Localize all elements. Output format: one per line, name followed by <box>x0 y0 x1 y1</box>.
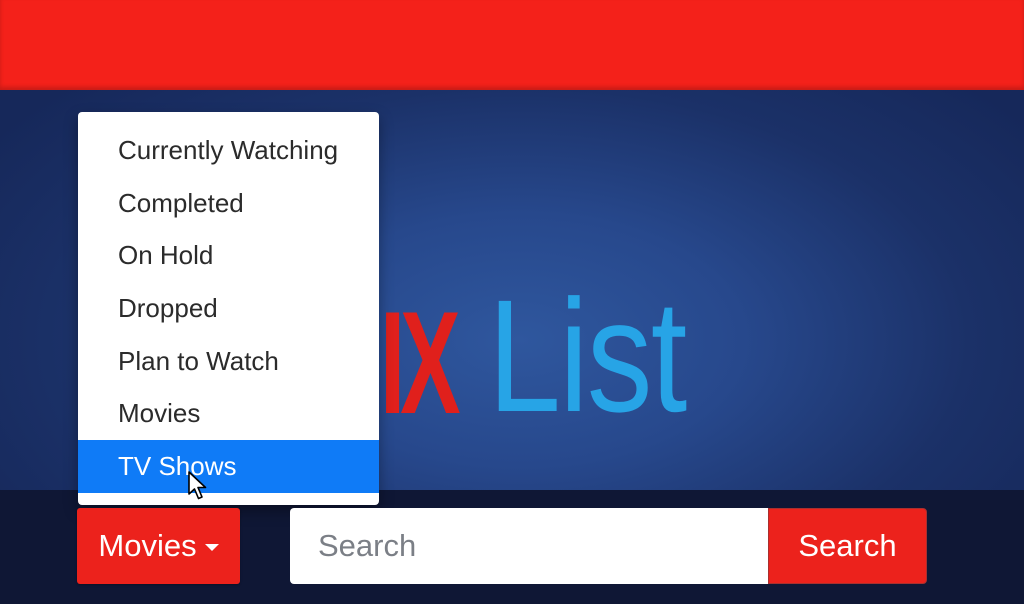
menu-item-on-hold[interactable]: On Hold <box>78 229 379 282</box>
logo-red-text: IX <box>380 281 461 444</box>
menu-item-tv-shows[interactable]: TV Shows <box>78 440 379 493</box>
menu-item-plan-to-watch[interactable]: Plan to Watch <box>78 335 379 388</box>
header-bar <box>0 0 1024 90</box>
category-button-label: Movies <box>98 528 197 563</box>
menu-item-completed[interactable]: Completed <box>78 177 379 230</box>
category-dropdown-menu: Currently Watching Completed On Hold Dro… <box>78 112 379 505</box>
category-dropdown-button[interactable]: Movies <box>77 508 240 584</box>
menu-item-dropped[interactable]: Dropped <box>78 282 379 335</box>
logo-blue-text: List <box>488 266 687 445</box>
menu-item-currently-watching[interactable]: Currently Watching <box>78 124 379 177</box>
mouse-pointer-icon <box>188 471 207 500</box>
caret-down-icon <box>204 544 219 551</box>
menu-item-movies[interactable]: Movies <box>78 387 379 440</box>
site-logo: IX List <box>380 276 729 436</box>
search-button[interactable]: Search <box>768 508 927 584</box>
search-input[interactable] <box>290 508 768 584</box>
